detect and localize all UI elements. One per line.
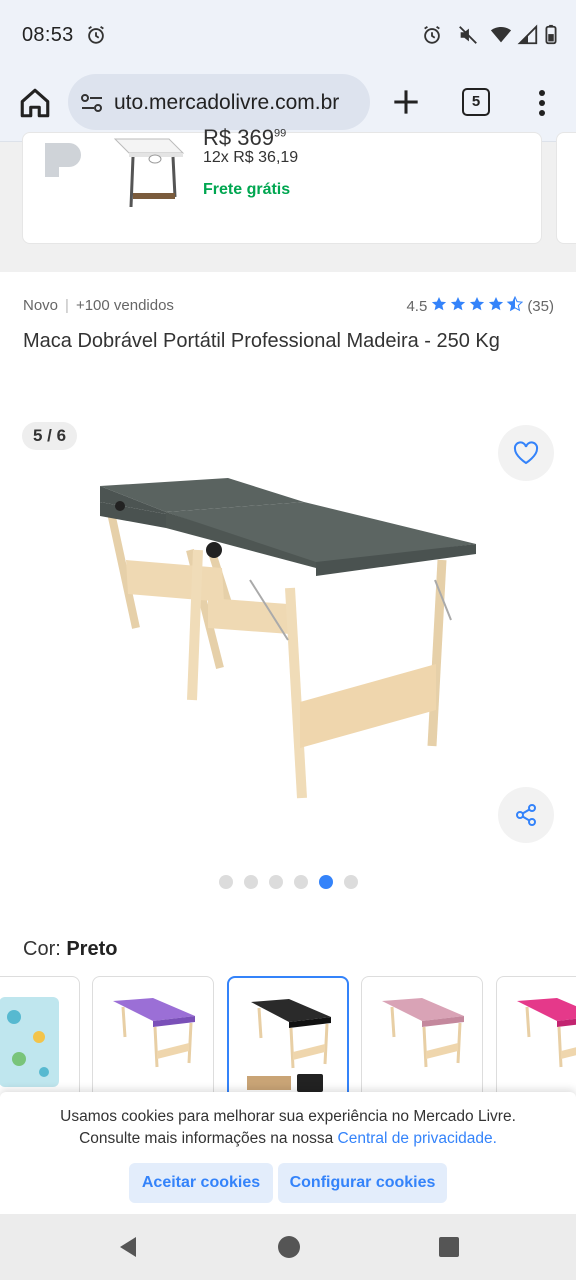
new-tab-icon[interactable] bbox=[392, 88, 420, 116]
signal-icon bbox=[517, 24, 538, 45]
variant-thumbnail bbox=[382, 998, 464, 1068]
gallery-dot[interactable] bbox=[319, 875, 333, 889]
battery-icon bbox=[545, 24, 557, 45]
related-product-installments: 12x R$ 36,19 bbox=[203, 149, 299, 166]
product-meta: Novo | +100 vendidos bbox=[23, 297, 174, 314]
variant-thumbnail bbox=[247, 999, 331, 1092]
accept-cookies-button[interactable]: Aceitar cookies bbox=[129, 1163, 273, 1203]
star-rating-icon bbox=[431, 296, 523, 317]
sold-count: +100 vendidos bbox=[75, 297, 174, 314]
mute-icon bbox=[459, 26, 477, 44]
back-icon[interactable] bbox=[116, 1235, 140, 1259]
system-navigation-bar bbox=[0, 1214, 576, 1280]
gallery-dot[interactable] bbox=[219, 875, 233, 889]
stars-icon bbox=[432, 296, 523, 311]
site-settings-icon[interactable] bbox=[80, 92, 104, 114]
related-product-card[interactable] bbox=[556, 132, 576, 244]
gallery-dot[interactable] bbox=[344, 875, 358, 889]
product-rating[interactable]: 4.5 (35) bbox=[406, 296, 554, 317]
status-bar: 08:53 bbox=[0, 0, 576, 70]
color-variant-rosa[interactable] bbox=[361, 976, 483, 1106]
home-nav-icon[interactable] bbox=[277, 1235, 301, 1259]
color-variant-lilas[interactable] bbox=[92, 976, 214, 1106]
gallery-dot[interactable] bbox=[244, 875, 258, 889]
tab-switcher-button[interactable]: 5 bbox=[462, 88, 490, 116]
cookie-message: Usamos cookies para melhorar sua experiê… bbox=[60, 1108, 516, 1147]
review-count: (35) bbox=[527, 298, 554, 315]
heart-icon bbox=[513, 441, 539, 465]
configure-cookies-button[interactable]: Configurar cookies bbox=[278, 1163, 447, 1203]
brand-logo-fragment bbox=[45, 143, 81, 177]
url-text: uto.mercadolivre.com.br bbox=[114, 91, 340, 114]
variant-thumbnail bbox=[0, 997, 59, 1087]
gallery-dot[interactable] bbox=[269, 875, 283, 889]
product-condition: Novo bbox=[23, 297, 59, 314]
color-label: Cor: Preto bbox=[23, 938, 118, 960]
related-product-card[interactable]: R$ 36999 12x R$ 36,19 Frete grátis bbox=[22, 125, 542, 244]
product-title: Maca Dobrável Portátil Professional Made… bbox=[23, 330, 500, 352]
favorite-button[interactable] bbox=[498, 425, 554, 481]
color-variants bbox=[0, 976, 576, 1106]
cookie-banner: Usamos cookies para melhorar sua experiê… bbox=[0, 1092, 576, 1214]
variant-thumbnail bbox=[113, 998, 195, 1068]
selected-color: Preto bbox=[66, 938, 118, 960]
meta-separator: | bbox=[65, 297, 69, 314]
share-icon bbox=[516, 804, 536, 826]
variant-thumbnail bbox=[517, 998, 576, 1068]
gallery-pagination bbox=[219, 875, 358, 889]
more-options-icon[interactable] bbox=[530, 86, 554, 120]
address-bar[interactable]: uto.mercadolivre.com.br bbox=[68, 74, 370, 130]
product-image[interactable] bbox=[90, 470, 490, 800]
color-variant-estampada[interactable] bbox=[0, 976, 80, 1106]
related-product-price: R$ 36999 bbox=[203, 125, 287, 150]
share-button[interactable] bbox=[498, 787, 554, 843]
gallery-counter: 5 / 6 bbox=[22, 422, 77, 450]
gallery-dot[interactable] bbox=[294, 875, 308, 889]
related-product-shipping: Frete grátis bbox=[203, 181, 291, 198]
rating-value: 4.5 bbox=[406, 298, 428, 315]
alarm-icon bbox=[88, 25, 104, 44]
related-products-strip: R$ 36999 12x R$ 36,19 Frete grátis bbox=[0, 125, 576, 272]
privacy-center-link[interactable]: Central de privacidade. bbox=[338, 1130, 497, 1147]
home-icon[interactable] bbox=[18, 86, 52, 120]
color-variant-pink[interactable] bbox=[496, 976, 576, 1106]
alarm-icon bbox=[424, 25, 440, 44]
status-time: 08:53 bbox=[22, 24, 74, 46]
related-product-thumbnail bbox=[113, 138, 185, 208]
recents-icon[interactable] bbox=[438, 1236, 460, 1258]
color-variant-preto[interactable] bbox=[227, 976, 349, 1106]
wifi-icon bbox=[490, 26, 512, 43]
